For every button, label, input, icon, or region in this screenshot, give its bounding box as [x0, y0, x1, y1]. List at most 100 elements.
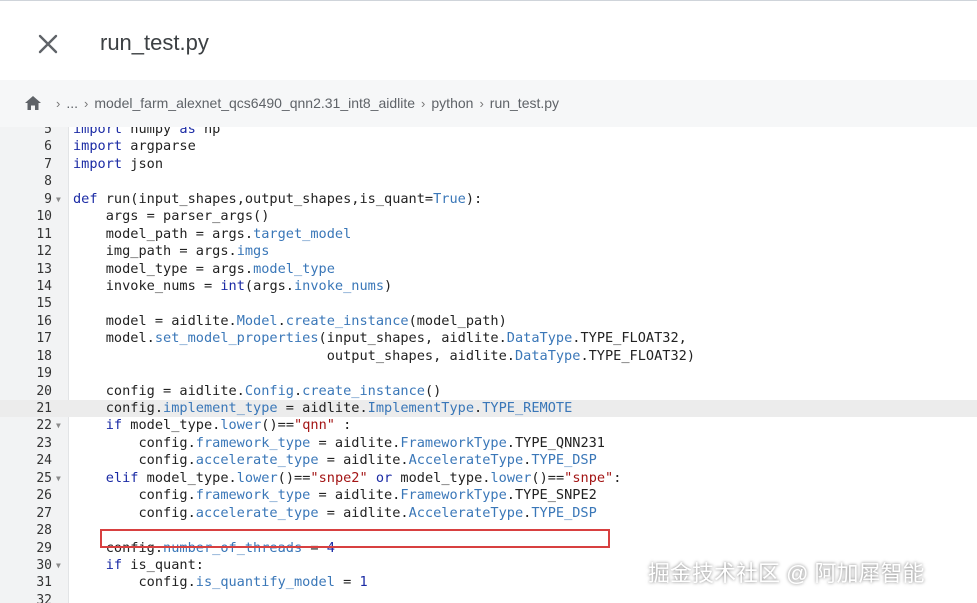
code-line[interactable]: 32 — [0, 592, 977, 603]
code-token: FrameworkType — [400, 434, 507, 451]
line-number: 5 — [44, 127, 52, 137]
code-text: config.framework_type = aidlite.Framewor… — [73, 435, 605, 452]
code-token: model_type. — [392, 469, 491, 486]
code-token: img_path = args. — [73, 243, 237, 260]
code-token: invoke_nums — [294, 277, 385, 294]
code-token: create_instance — [302, 382, 425, 399]
code-token: ImplementType — [367, 400, 475, 416]
code-text: elif model_type.lower()=="snpe2" or mode… — [73, 469, 622, 487]
breadcrumb-item-file[interactable]: run_test.py — [490, 95, 559, 111]
code-line[interactable]: 16 model = aidlite.Model.create_instance… — [0, 313, 977, 330]
code-token: run(input_shapes,output_shapes,is_quant= — [97, 190, 434, 207]
code-text: img_path = args.imgs — [73, 243, 270, 260]
code-line[interactable]: 28 — [0, 522, 977, 539]
code-text: model = aidlite.Model.create_instance(mo… — [73, 313, 507, 330]
breadcrumb-ellipsis[interactable]: ... — [66, 95, 78, 111]
code-line[interactable]: 6 import argparse — [0, 138, 977, 155]
code-line[interactable]: 5 import numpy as np — [0, 127, 977, 138]
code-line[interactable]: 8 — [0, 173, 977, 190]
breadcrumb-item-project[interactable]: model_farm_alexnet_qcs6490_qnn2.31_int8_… — [94, 95, 415, 111]
code-text: config = aidlite.Config.create_instance(… — [73, 382, 442, 400]
code-token: = — [334, 574, 360, 591]
line-number: 16 — [36, 313, 52, 329]
code-token: (args. — [244, 277, 294, 294]
code-token: TYPE_DSP — [531, 504, 597, 521]
code-token: import — [73, 138, 123, 155]
code-line[interactable]: 26 config.framework_type = aidlite.Frame… — [0, 487, 977, 504]
code-line[interactable]: 10 args = parser_args() — [0, 208, 977, 225]
code-line[interactable]: 14 invoke_nums = int(args.invoke_nums) — [0, 278, 977, 295]
code-token: implement_type — [163, 400, 278, 416]
code-line[interactable]: 12 img_path = args.imgs — [0, 243, 977, 260]
code-text: def run(input_shapes,output_shapes,is_qu… — [73, 191, 482, 208]
code-line[interactable]: 13 model_type = args.model_type — [0, 261, 977, 278]
line-number: 27 — [36, 505, 52, 521]
code-token: accelerate_type — [195, 504, 319, 521]
code-token: model_type. — [138, 469, 237, 486]
code-line[interactable]: 29 config.number_of_threads = 4 — [0, 540, 977, 557]
code-token: .TYPE_FLOAT32, — [572, 330, 687, 347]
code-token: config. — [73, 452, 196, 469]
code-line[interactable]: 21 config.implement_type = aidlite.Imple… — [0, 400, 977, 418]
fold-arrow-icon[interactable]: ▼ — [56, 557, 61, 574]
code-token: = aidlite. — [310, 434, 401, 451]
fold-arrow-icon[interactable]: ▼ — [56, 191, 61, 208]
line-number: 12 — [36, 244, 52, 260]
line-number: 17 — [36, 331, 52, 347]
code-text: config.is_quantify_model = 1 — [73, 574, 367, 591]
fold-arrow-icon[interactable]: ▼ — [56, 417, 61, 434]
line-number: 31 — [36, 575, 52, 591]
code-token: (input_shapes, aidlite. — [318, 330, 507, 347]
code-token: config. — [73, 504, 196, 521]
code-text: model.set_model_properties(input_shapes,… — [73, 330, 687, 347]
line-number: 14 — [36, 278, 52, 294]
code-token: json — [122, 155, 164, 172]
close-icon[interactable] — [35, 31, 61, 57]
code-token: framework_type — [195, 487, 311, 504]
code-token: config. — [73, 400, 164, 416]
code-token: int — [220, 277, 245, 294]
code-editor[interactable]: 5 import numpy as np 6 import argparse 7 impo… — [0, 127, 977, 603]
code-line[interactable]: 27 config.accelerate_type = aidlite.Acce… — [0, 505, 977, 522]
code-line[interactable]: 19 — [0, 365, 977, 382]
code-text: config.number_of_threads = 4 — [73, 540, 335, 557]
code-line[interactable]: 24 config.accelerate_type = aidlite.Acce… — [0, 452, 977, 469]
code-line[interactable]: 7 import json — [0, 156, 977, 173]
code-token: def — [73, 190, 98, 207]
code-token: model = aidlite. — [73, 312, 237, 329]
line-number: 30 — [36, 557, 52, 573]
code-token: lower — [236, 469, 278, 486]
code-token: (model_path) — [408, 312, 507, 329]
code-token: TYPE_REMOTE — [482, 400, 573, 416]
code-token: AccelerateType — [408, 504, 524, 521]
code-line[interactable]: 9 ▼ def run(input_shapes,output_shapes,is_… — [0, 191, 977, 208]
code-line[interactable]: 17 model.set_model_properties(input_shap… — [0, 330, 977, 347]
code-line[interactable]: 22 ▼ if model_type.lower()=="qnn" : — [0, 417, 977, 434]
breadcrumb-item-python[interactable]: python — [431, 95, 473, 111]
line-number: 28 — [36, 523, 52, 539]
line-number: 18 — [36, 348, 52, 364]
code-token: config. — [73, 487, 196, 504]
fold-arrow-icon[interactable]: ▼ — [56, 470, 61, 487]
code-token: "qnn" — [294, 417, 335, 434]
code-token: Model — [236, 312, 278, 329]
code-token: . — [293, 382, 303, 399]
home-icon[interactable] — [24, 95, 42, 111]
code-text: config.accelerate_type = aidlite.Acceler… — [73, 504, 597, 522]
code-line[interactable]: 20 config = aidlite.Config.create_instan… — [0, 383, 977, 400]
code-line[interactable]: 23 config.framework_type = aidlite.Frame… — [0, 435, 977, 452]
code-line[interactable]: 15 — [0, 295, 977, 312]
code-token: set_model_properties — [154, 330, 319, 347]
line-number: 19 — [36, 366, 52, 382]
code-token: : — [334, 417, 352, 434]
code-token: ()== — [531, 469, 565, 486]
code-token: FrameworkType — [400, 487, 507, 504]
code-line[interactable]: 11 model_path = args.target_model — [0, 226, 977, 243]
code-line[interactable]: 25 ▼ elif model_type.lower()=="snpe2" or … — [0, 470, 977, 487]
code-token: lower — [220, 417, 262, 434]
chevron-right-icon: › — [84, 95, 89, 111]
code-token: config. — [73, 434, 196, 451]
line-number: 11 — [36, 226, 52, 242]
code-line[interactable]: 18 output_shapes, aidlite.DataType.TYPE_… — [0, 348, 977, 365]
